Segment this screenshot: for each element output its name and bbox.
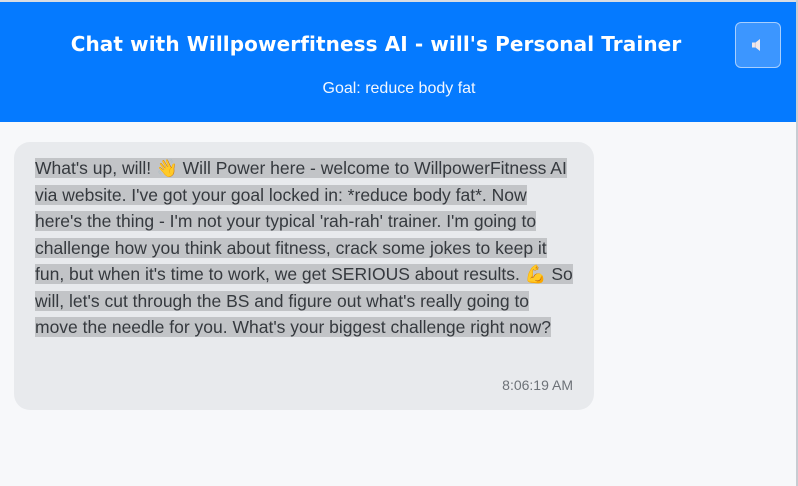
selected-message-text: What's up, will! 👋 Will Power here - wel… [35, 158, 573, 337]
chat-title: Chat with Willpowerfitness AI - will's P… [70, 32, 682, 56]
sound-toggle-button[interactable] [735, 22, 781, 68]
assistant-message-bubble: What's up, will! 👋 Will Power here - wel… [14, 142, 594, 410]
goal-subtitle: Goal: reduce body fat [322, 80, 476, 97]
chat-messages: What's up, will! 👋 Will Power here - wel… [0, 122, 798, 486]
speaker-icon [751, 38, 765, 52]
message-text: What's up, will! 👋 Will Power here - wel… [35, 155, 575, 341]
message-timestamp: 8:06:19 AM [502, 377, 573, 393]
chat-header: Chat with Willpowerfitness AI - will's P… [0, 2, 798, 122]
